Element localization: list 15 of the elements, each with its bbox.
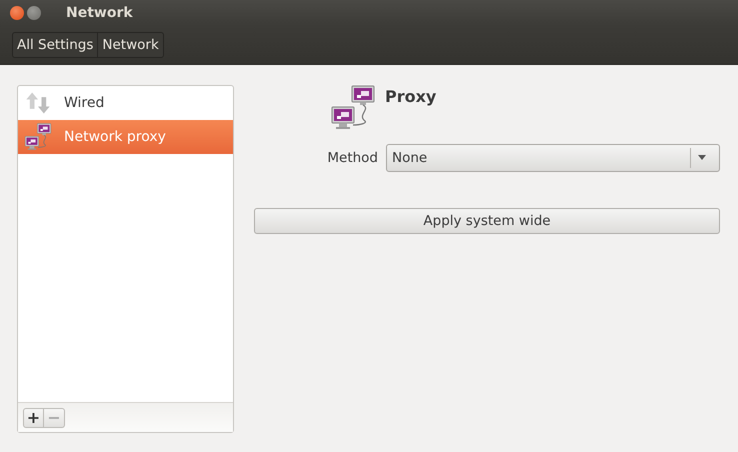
window-title: Network [66, 4, 133, 20]
proxy-icon [331, 85, 375, 131]
item-label: Wired [64, 95, 104, 111]
apply-button[interactable]: Apply system wide [254, 208, 720, 234]
add-button[interactable]: + [23, 408, 44, 428]
method-label: Method [327, 150, 378, 166]
close-button[interactable] [10, 6, 24, 20]
breadcrumb-button[interactable]: Network [97, 32, 163, 56]
panel-title: Proxy [385, 86, 436, 108]
proxy-icon [22, 123, 54, 151]
method-dropdown[interactable]: None [386, 144, 720, 172]
minimize-button[interactable] [27, 6, 41, 20]
breadcrumb-button[interactable]: All Settings [13, 32, 98, 56]
sidebar-item[interactable]: Wired [18, 86, 233, 120]
item-label: Network proxy [64, 129, 166, 145]
